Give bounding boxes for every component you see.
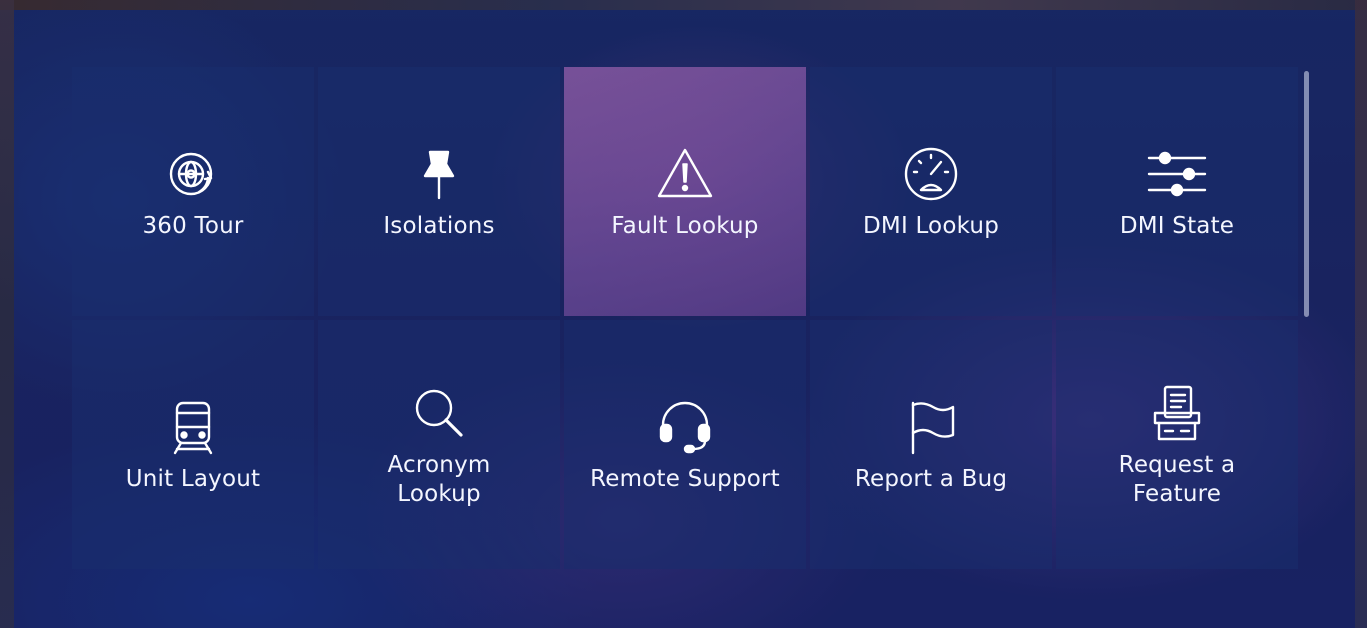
flag-icon xyxy=(899,395,963,459)
tile-label: 360 Tour xyxy=(142,213,244,239)
tile-label: Unit Layout xyxy=(125,466,261,492)
tile-fault-lookup[interactable]: Fault Lookup xyxy=(564,67,806,316)
tile-label: Report a Bug xyxy=(854,466,1008,492)
tile-360-tour[interactable]: 360 Tour xyxy=(72,67,314,316)
tile-label: DMI Lookup xyxy=(863,213,999,239)
tile-label: DMI State xyxy=(1119,213,1235,239)
globe-360-icon xyxy=(161,142,225,206)
tile-report-bug[interactable]: Report a Bug xyxy=(810,320,1052,569)
train-icon xyxy=(161,395,225,459)
tile-label: Fault Lookup xyxy=(611,213,759,239)
tile-label: Isolations xyxy=(383,213,495,239)
background-top-edge xyxy=(0,0,1367,10)
gauge-icon xyxy=(899,142,963,206)
menu-grid: 360 Tour Isolations Fault Lookup DMI Loo… xyxy=(72,67,1298,569)
scrollbar[interactable] xyxy=(1304,71,1309,317)
search-icon xyxy=(407,381,471,445)
headset-icon xyxy=(653,395,717,459)
tile-dmi-state[interactable]: DMI State xyxy=(1056,67,1298,316)
tile-unit-layout[interactable]: Unit Layout xyxy=(72,320,314,569)
sliders-icon xyxy=(1145,142,1209,206)
tile-dmi-lookup[interactable]: DMI Lookup xyxy=(810,67,1052,316)
tile-isolations[interactable]: Isolations xyxy=(318,67,560,316)
background-right-edge xyxy=(1355,0,1367,628)
tile-label: Request a Feature xyxy=(1118,451,1236,507)
tile-request-feature[interactable]: Request a Feature xyxy=(1056,320,1298,569)
tile-remote-support[interactable]: Remote Support xyxy=(564,320,806,569)
feature-box-icon xyxy=(1145,381,1209,445)
warning-triangle-icon xyxy=(653,142,717,206)
tile-acronym-lookup[interactable]: Acronym Lookup xyxy=(318,320,560,569)
pushpin-icon xyxy=(407,142,471,206)
tile-label: Acronym Lookup xyxy=(387,451,491,507)
tile-label: Remote Support xyxy=(590,466,780,492)
background-left-edge xyxy=(0,0,14,628)
